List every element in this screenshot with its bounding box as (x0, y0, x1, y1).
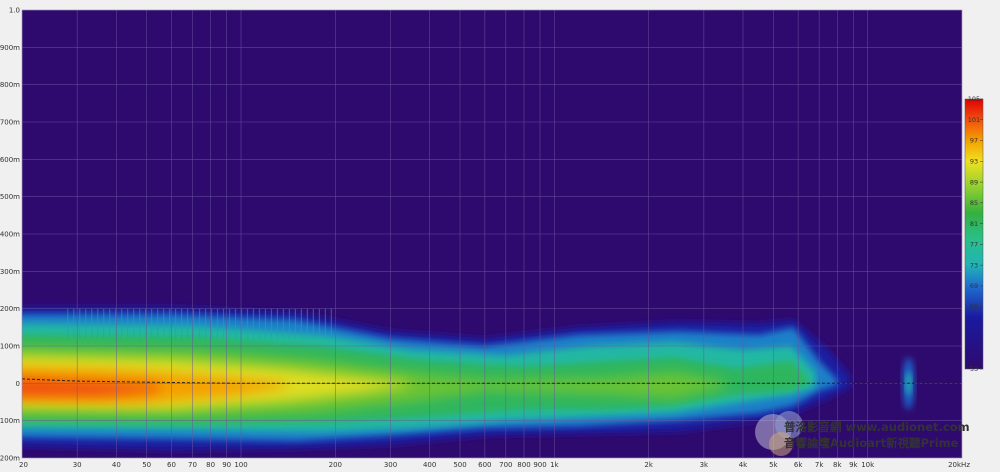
watermark-line2: 音響論壇Audioart新視聽Prime (784, 436, 959, 450)
y-tick-label: 800m (0, 81, 20, 89)
colorbar-tick-label: 53 (970, 365, 978, 373)
y-tick-label: -200m (0, 455, 20, 463)
x-tick-label: 50 (142, 461, 151, 469)
x-tick-label: 500 (453, 461, 466, 469)
x-tick-label: 2k (644, 461, 653, 469)
y-tick-label: 1.0 (9, 7, 20, 15)
y-tick-label: 300m (0, 268, 20, 276)
x-tick-label: 300 (384, 461, 397, 469)
x-tick-label: 7k (815, 461, 824, 469)
x-tick-label: 5k (769, 461, 778, 469)
x-axis: 20 30 40 50 60 70 80 90 100 200 300 400 500 600 700 800… (19, 461, 970, 469)
y-tick-label: 0 (16, 380, 20, 388)
y-tick-label: 100m (0, 343, 20, 351)
y-tick-label: -100m (0, 417, 20, 425)
x-tick-label: 6k (794, 461, 803, 469)
colorbar-tick-label: 93 (970, 158, 978, 166)
x-tick-label: 1k (550, 461, 559, 469)
spectrogram-chart: 1.0 900m 800m 700m 600m 500m 400m 300m 200m 100m 0… (0, 7, 984, 469)
y-tick-label: 700m (0, 119, 20, 127)
y-tick-label: 400m (0, 231, 20, 239)
colorbar-tick-label: 85 (970, 199, 978, 207)
colorbar-tick-label: 89 (970, 178, 978, 186)
x-tick-label: 20kHz (948, 461, 970, 469)
x-tick-label: 900 (533, 461, 546, 469)
colorbar-tick-label: 65 (970, 303, 978, 311)
x-tick-label: 200 (329, 461, 342, 469)
x-tick-label: 60 (167, 461, 176, 469)
x-tick-label: 9k (849, 461, 858, 469)
x-tick-label: 400 (423, 461, 436, 469)
x-tick-label: 700 (499, 461, 512, 469)
x-tick-label: 90 (222, 461, 231, 469)
x-tick-label: 8k (833, 461, 842, 469)
x-tick-label: 40 (112, 461, 121, 469)
x-tick-label: 800 (517, 461, 530, 469)
colorbar: 105 101 97 93 89 85 81 77 73 69 65 53 (964, 95, 984, 373)
y-tick-label: 600m (0, 156, 20, 164)
colorbar-tick-label: 77 (970, 241, 978, 249)
x-tick-label: 4k (739, 461, 748, 469)
colorbar-tick-label: 105 (968, 95, 980, 103)
colorbar-tick-label: 97 (970, 137, 978, 145)
x-tick-label: 600 (478, 461, 491, 469)
y-axis: 1.0 900m 800m 700m 600m 500m 400m 300m 200m 100m 0… (0, 7, 20, 463)
x-tick-label: 70 (188, 461, 197, 469)
watermark-line1: 普洛影音網 www.audionet.com (784, 420, 970, 434)
colorbar-tick-label: 81 (970, 220, 978, 228)
y-tick-label: 200m (0, 305, 20, 313)
colorbar-tick-label: 69 (970, 282, 978, 290)
x-tick-label: 3k (700, 461, 709, 469)
x-tick-label: 100 (234, 461, 247, 469)
colorbar-tick-label: 73 (970, 261, 978, 269)
y-tick-label: 500m (0, 193, 20, 201)
x-tick-label: 80 (206, 461, 215, 469)
colorbar-tick-label: 101 (968, 116, 980, 124)
x-tick-label: 20 (19, 461, 28, 469)
x-tick-label: 10k (861, 461, 875, 469)
x-tick-label: 30 (73, 461, 82, 469)
y-tick-label: 900m (0, 44, 20, 52)
